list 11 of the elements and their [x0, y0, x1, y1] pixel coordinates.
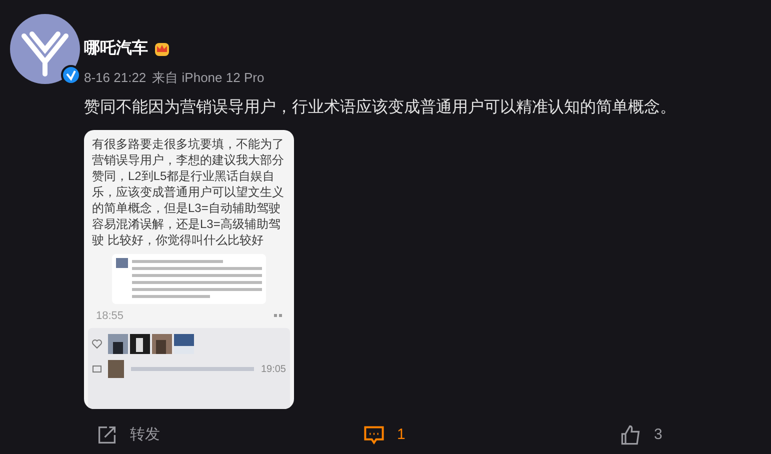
message-text: 有很多路要走很多坑要填，不能为了营销误导用户，李想的建议我大部分赞同，L2到L5都是行业黑话自娱自乐，应该变成普通用户可以望文生义的简单概念，但是L3=自动辅助驾驶容易混淆误解，还是L3=高级辅助驾驶 比较好，你觉得叫什么比较好: [91, 136, 285, 248]
comment-time: 19:05: [260, 362, 286, 376]
comment-button[interactable]: 1: [363, 424, 406, 446]
post-text: 赞同不能因为营销误导用户，行业术语应该变成普通用户可以精准认知的简单概念。: [84, 97, 676, 118]
author-name[interactable]: 哪吒汽车: [84, 37, 148, 61]
post-image[interactable]: 有很多路要走很多坑要填，不能为了营销误导用户，李想的建议我大部分赞同，L2到L5都是行业黑话自娱自乐，应该变成普通用户可以望文生义的简单概念，但是L3=自动辅助驾驶容易混淆误解，还是L3=高级辅助驾驶 比较好，你觉得叫什么比较好 18:55 19:05: [84, 130, 294, 408]
post-source: 来自 iPhone 12 Pro: [152, 69, 264, 87]
post-time: 8-16 21:22: [84, 69, 146, 87]
share-button[interactable]: 转发: [96, 424, 160, 446]
message-time: 18:55: [96, 308, 124, 324]
like-button[interactable]: 3: [620, 424, 662, 446]
